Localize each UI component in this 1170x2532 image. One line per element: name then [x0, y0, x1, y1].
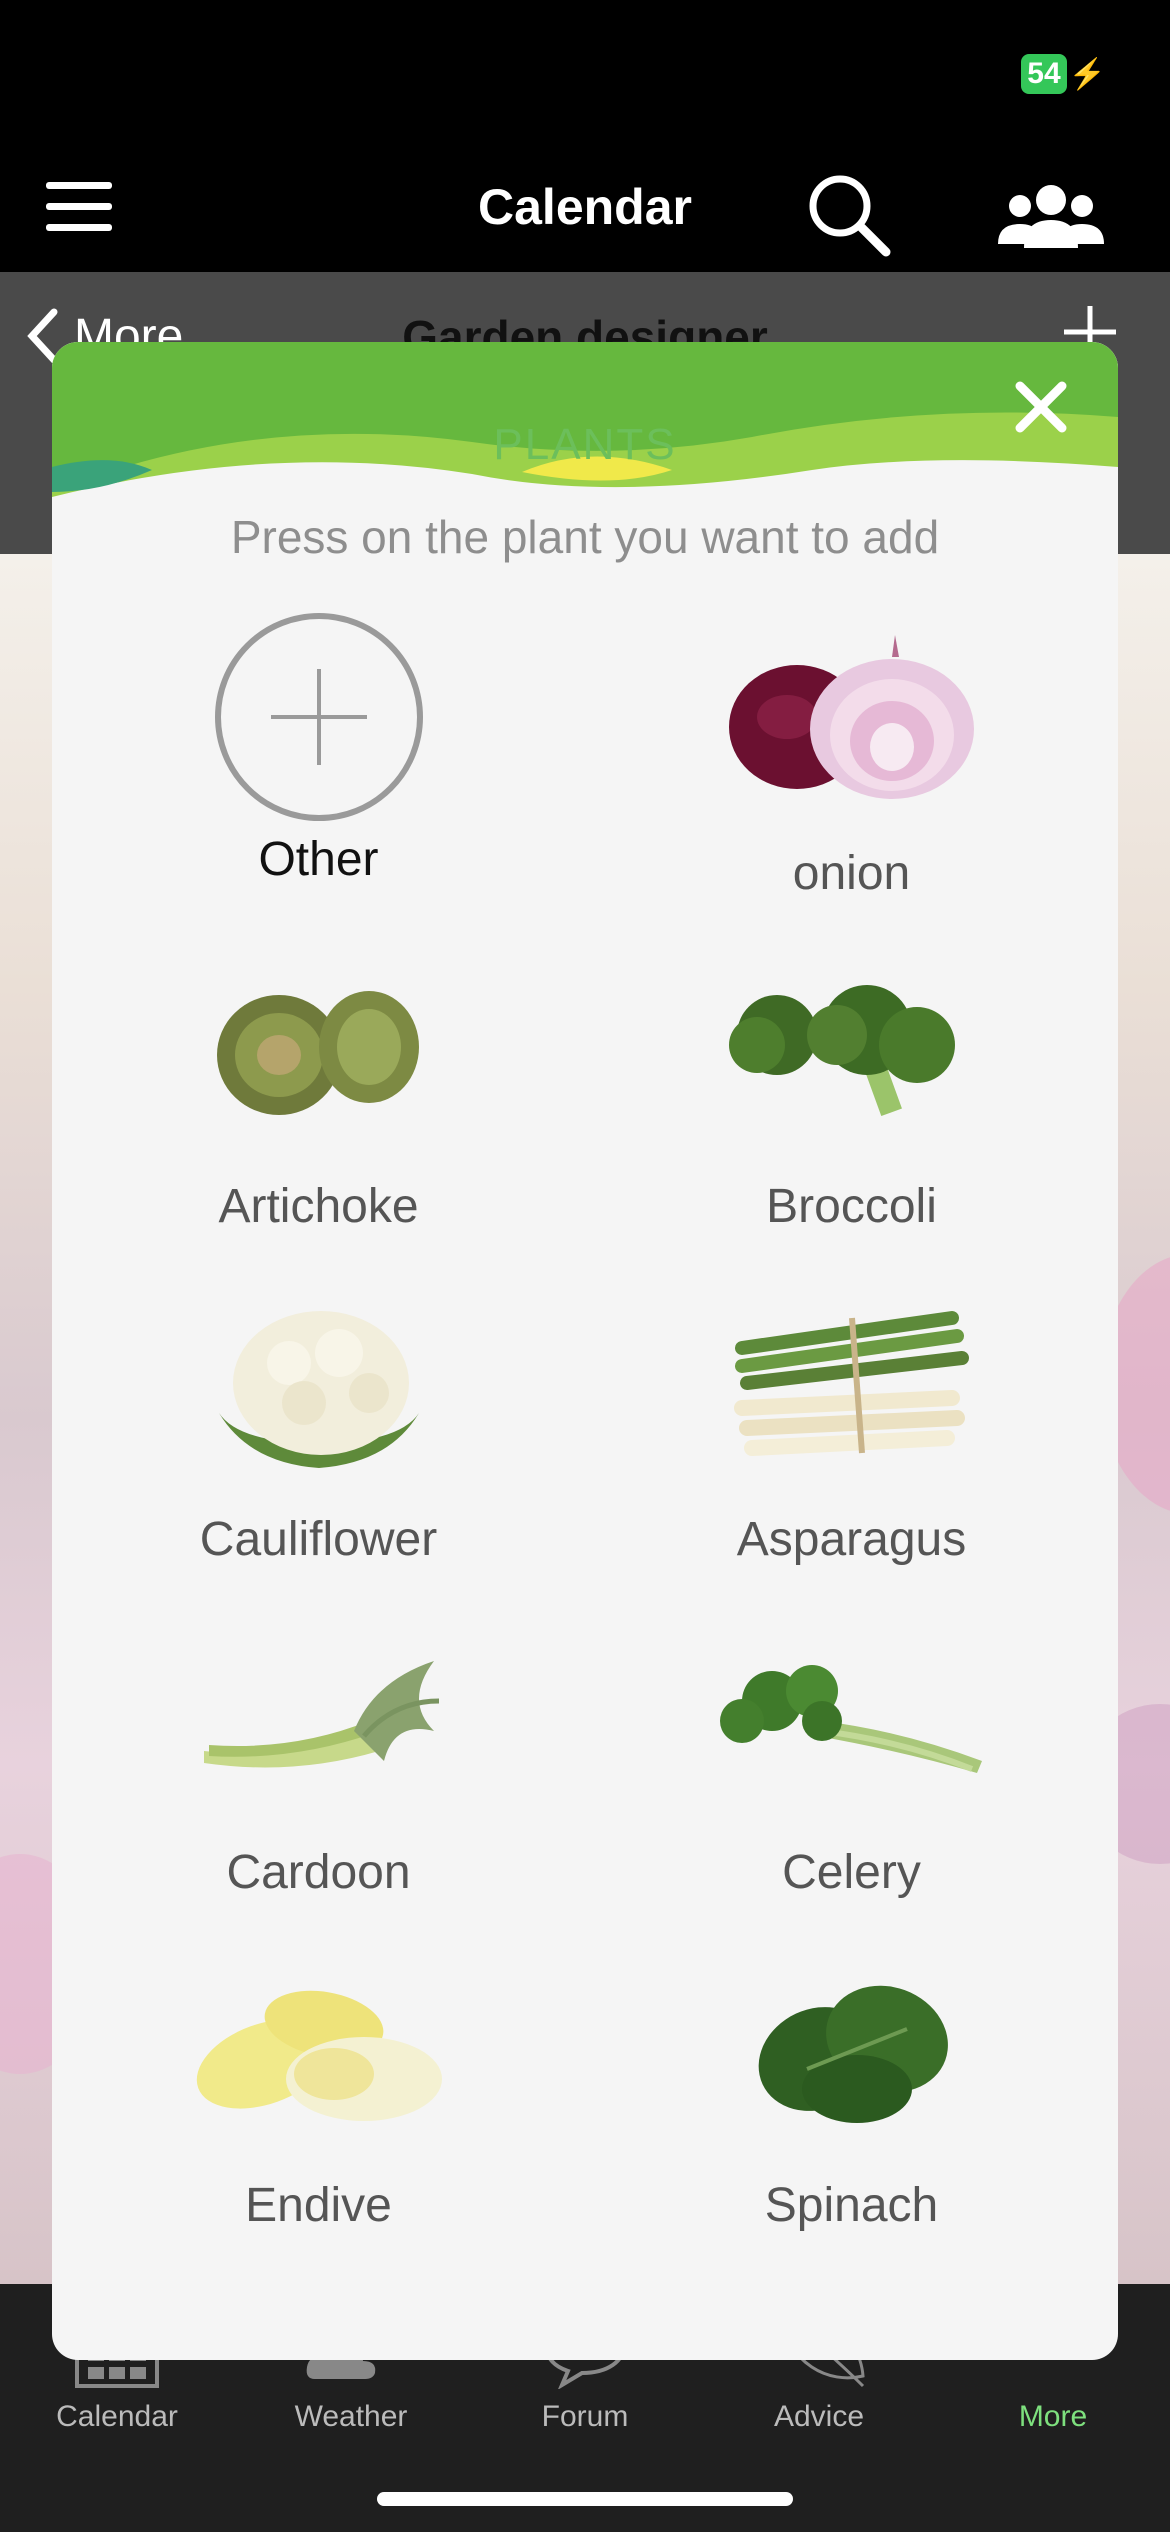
community-users-icon[interactable] [996, 170, 1106, 260]
plants-modal: PLANTS Press on the plant you want to ad… [52, 342, 1118, 2360]
asparagus-icon [585, 1278, 1118, 1488]
cauliflower-icon [52, 1278, 585, 1488]
battery-indicator: 54 ⚡ [1021, 54, 1106, 94]
modal-title: PLANTS [493, 420, 677, 469]
top-navbar: Calendar [0, 140, 1170, 272]
plant-item-cauliflower[interactable]: Cauliflower [52, 1278, 585, 1611]
charging-icon: ⚡ [1068, 57, 1106, 91]
add-circle-icon [52, 612, 585, 822]
plant-label: Other [258, 833, 379, 886]
plant-label: Artichoke [218, 1180, 419, 1233]
plant-label: Asparagus [736, 1513, 967, 1566]
plant-label: Cauliflower [199, 1513, 438, 1566]
plant-label: Celery [782, 1846, 921, 1899]
status-bar: 54 ⚡ [0, 0, 1170, 140]
plant-label: Spinach [764, 2179, 939, 2232]
page-title: Calendar [478, 179, 692, 235]
plant-item-artichoke[interactable]: Artichoke [52, 945, 585, 1278]
plant-item-asparagus[interactable]: Asparagus [585, 1278, 1118, 1611]
plant-label: Cardoon [226, 1846, 411, 1899]
cardoon-icon [52, 1611, 585, 1821]
plant-item-spinach[interactable]: Spinach [585, 1944, 1118, 2277]
modal-header: PLANTS [52, 342, 1118, 502]
search-icon[interactable] [804, 170, 894, 260]
broccoli-icon [585, 945, 1118, 1155]
spinach-icon [585, 1944, 1118, 2154]
endive-icon [52, 1944, 585, 2154]
onion-icon [585, 612, 1118, 822]
plant-item-celery[interactable]: Celery [585, 1611, 1118, 1944]
home-indicator [377, 2492, 793, 2506]
plant-label: Broccoli [766, 1180, 937, 1233]
plant-label: onion [792, 847, 911, 900]
close-icon[interactable] [1014, 380, 1068, 434]
plant-label: Endive [245, 2179, 392, 2232]
battery-level: 54 [1021, 54, 1067, 94]
plant-item-endive[interactable]: Endive [52, 1944, 585, 2277]
plant-item-cardoon[interactable]: Cardoon [52, 1611, 585, 1944]
modal-instruction: Press on the plant you want to add [230, 511, 940, 563]
plant-item-broccoli[interactable]: Broccoli [585, 945, 1118, 1278]
plant-item-onion[interactable]: onion [585, 612, 1118, 945]
celery-icon [585, 1611, 1118, 1821]
artichoke-icon [52, 945, 585, 1155]
plant-item-other[interactable]: Other [52, 612, 585, 945]
